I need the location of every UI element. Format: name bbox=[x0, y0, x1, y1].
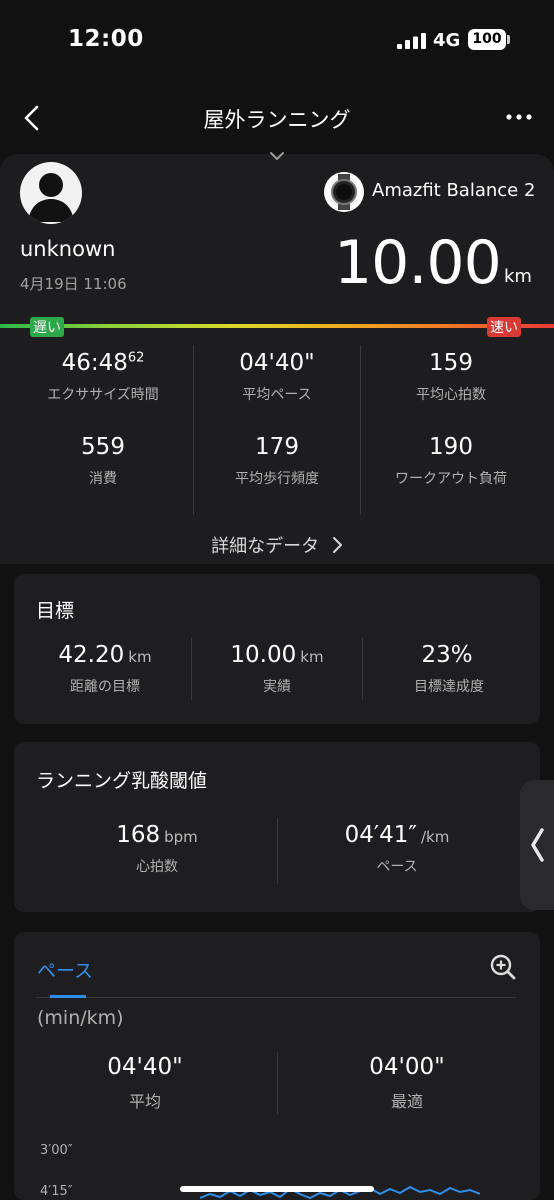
metric-value: 10.00 bbox=[230, 642, 297, 668]
goal-completion-metric: 23% 目標達成度 bbox=[364, 642, 534, 696]
tab-pace[interactable]: ペース bbox=[37, 956, 93, 983]
stat-avg-heart-rate: 159 平均心拍数 bbox=[361, 350, 541, 404]
metric-value: 168 bbox=[116, 822, 161, 848]
stat-avg-pace: 04'40" 平均ペース bbox=[187, 350, 367, 404]
metric-label: 平均 bbox=[128, 1092, 161, 1111]
more-icon[interactable] bbox=[505, 112, 533, 122]
stat-value: 190 bbox=[429, 434, 473, 460]
stat-value: 559 bbox=[81, 434, 125, 460]
stat-label: ワークアウト負荷 bbox=[395, 471, 507, 487]
metric-unit: /km bbox=[421, 828, 450, 846]
stat-label: エクササイズ時間 bbox=[47, 387, 159, 403]
stat-label: 消費 bbox=[89, 471, 117, 487]
y-tick-label: 3′00″ bbox=[40, 1143, 73, 1158]
pace-best: 04'00" 最適 bbox=[322, 1054, 492, 1112]
goal-distance-metric: 42.20 km 距離の目標 bbox=[20, 642, 190, 696]
metric-label: 心拍数 bbox=[136, 859, 178, 875]
chevron-down-icon[interactable] bbox=[268, 150, 286, 162]
stat-value: 04'40" bbox=[239, 350, 315, 376]
stat-calories: 559 消費 bbox=[13, 434, 193, 488]
battery-tip bbox=[507, 35, 510, 44]
stat-value: 46:48 bbox=[61, 350, 128, 376]
metric-label: 距離の目標 bbox=[70, 679, 140, 695]
slow-label: 遅い bbox=[30, 317, 64, 337]
zoom-in-icon[interactable] bbox=[489, 953, 517, 981]
tab-active-indicator bbox=[50, 995, 86, 998]
stat-avg-cadence: 179 平均歩行頻度 bbox=[187, 434, 367, 488]
divider bbox=[362, 638, 363, 700]
metric-label: 最適 bbox=[390, 1092, 423, 1111]
metric-value: 23% bbox=[421, 642, 473, 668]
stat-exercise-time: 46:4862 エクササイズ時間 bbox=[13, 350, 193, 404]
threshold-heart-rate: 168 bpm 心拍数 bbox=[72, 822, 242, 876]
metric-unit: bpm bbox=[164, 828, 198, 846]
stat-label: 平均心拍数 bbox=[416, 387, 486, 403]
threshold-title: ランニング乳酸閾値 bbox=[36, 770, 208, 792]
device-name[interactable]: Amazfit Balance 2 bbox=[372, 180, 535, 201]
speed-gradient-bar bbox=[0, 324, 554, 328]
workout-datetime: 4月19日 11:06 bbox=[20, 275, 127, 293]
metric-value: 04'00" bbox=[369, 1054, 445, 1080]
page-title: 屋外ランニング bbox=[203, 108, 351, 132]
chevron-right-icon bbox=[332, 537, 342, 553]
chevron-left-icon bbox=[531, 828, 544, 862]
stat-value-fraction: 62 bbox=[127, 350, 145, 366]
stat-label: 平均歩行頻度 bbox=[235, 471, 319, 487]
side-drawer-handle[interactable] bbox=[520, 780, 554, 910]
tab-divider bbox=[36, 997, 516, 998]
y-tick-label: 4′15″ bbox=[40, 1184, 73, 1199]
distance-value: 10.00 bbox=[334, 228, 502, 298]
divider bbox=[277, 818, 278, 884]
stat-value: 179 bbox=[255, 434, 299, 460]
threshold-pace: 04′41″/km ペース bbox=[312, 822, 482, 876]
stat-workout-load: 190 ワークアウト負荷 bbox=[361, 434, 541, 488]
metric-value: 04'40" bbox=[107, 1054, 183, 1080]
metric-unit: km bbox=[300, 648, 324, 666]
detailed-data-label: 詳細なデータ bbox=[211, 536, 320, 557]
pace-average: 04'40" 平均 bbox=[60, 1054, 230, 1112]
divider bbox=[277, 1052, 278, 1114]
metric-label: 目標達成度 bbox=[414, 679, 484, 695]
divider bbox=[193, 345, 194, 515]
home-indicator[interactable] bbox=[180, 1186, 374, 1192]
avatar[interactable] bbox=[20, 162, 82, 224]
goal-title: 目標 bbox=[36, 600, 75, 622]
network-label: 4G bbox=[433, 30, 461, 51]
metric-unit: km bbox=[128, 648, 152, 666]
signal-icon bbox=[397, 33, 426, 49]
goal-actual-metric: 10.00 km 実績 bbox=[192, 642, 362, 696]
battery-icon: 100 bbox=[468, 29, 506, 50]
stat-value: 159 bbox=[429, 350, 473, 376]
status-time: 12:00 bbox=[68, 26, 144, 52]
metric-value: 42.20 bbox=[58, 642, 125, 668]
divider bbox=[191, 638, 192, 700]
watch-icon bbox=[324, 172, 364, 212]
metric-label: ペース bbox=[376, 859, 418, 875]
metric-value: 04′41″ bbox=[344, 822, 417, 848]
divider bbox=[360, 345, 361, 515]
metric-label: 実績 bbox=[263, 679, 291, 695]
chart-unit: (min/km) bbox=[37, 1007, 124, 1029]
fast-label: 速い bbox=[487, 317, 521, 337]
distance-unit: km bbox=[504, 266, 532, 287]
detailed-data-link[interactable]: 詳細なデータ bbox=[0, 532, 554, 558]
stat-label: 平均ペース bbox=[242, 387, 312, 403]
user-silhouette-icon bbox=[28, 173, 74, 222]
username: unknown bbox=[20, 237, 116, 261]
